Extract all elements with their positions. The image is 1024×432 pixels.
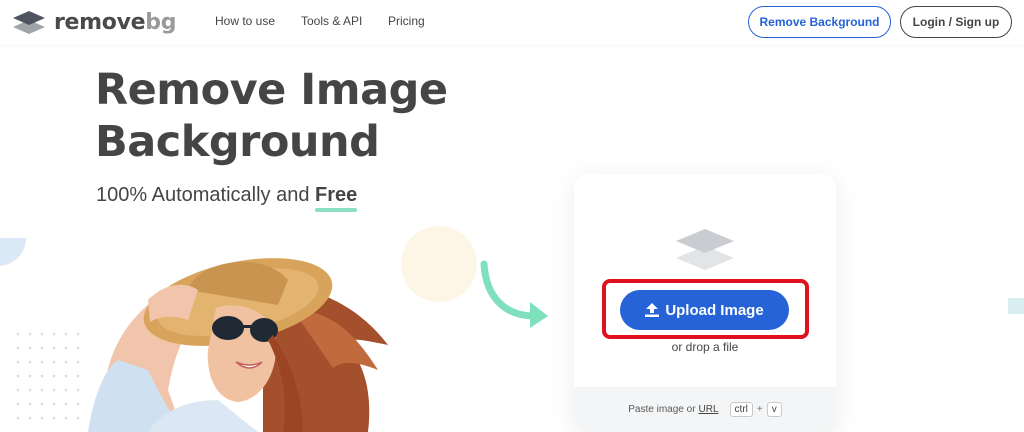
upload-arrow-icon	[645, 303, 660, 317]
upload-image-button[interactable]: Upload Image	[620, 290, 789, 330]
logo-word-bg: bg	[145, 9, 177, 35]
stacked-layers-logo-icon	[13, 11, 45, 34]
paste-prefix: Paste image or	[628, 404, 696, 415]
hero-subtitle: 100% Automatically and Free	[96, 184, 357, 207]
paste-url-link[interactable]: URL	[699, 404, 719, 415]
nav-pricing[interactable]: Pricing	[388, 14, 425, 28]
layers-icon	[676, 229, 734, 270]
remove-background-button[interactable]: Remove Background	[748, 6, 891, 38]
upload-button-label: Upload Image	[665, 301, 764, 319]
subtitle-free: Free	[315, 184, 358, 206]
nav-how-to-use[interactable]: How to use	[215, 14, 275, 28]
curved-arrow-icon	[480, 260, 548, 328]
login-signup-button[interactable]: Login / Sign up	[900, 6, 1012, 38]
decorative-half-circle	[0, 238, 26, 266]
subtitle-prefix: 100% Automatically and	[96, 184, 316, 206]
key-plus: +	[756, 404, 763, 415]
decorative-dot-grid	[16, 332, 80, 420]
drop-file-text: or drop a file	[671, 340, 739, 354]
nav-tools-api[interactable]: Tools & API	[301, 14, 362, 28]
title-line-2: Background	[95, 117, 380, 167]
hero-woman-image	[88, 258, 388, 432]
logo-word-remove: remove	[54, 9, 146, 35]
key-ctrl: ctrl	[729, 402, 753, 417]
paste-footer: Paste image or URL ctrl + v	[574, 387, 836, 432]
decorative-square	[1008, 298, 1024, 314]
logo-text: removebg	[54, 10, 176, 35]
page-title: Remove Image Background	[95, 64, 515, 168]
upload-card[interactable]: Upload Image or drop a file Paste image …	[574, 174, 836, 432]
title-line-1: Remove Image	[95, 65, 448, 115]
top-header: removebg How to use Tools & API Pricing …	[0, 0, 1024, 44]
logo[interactable]: removebg	[12, 8, 176, 36]
key-v: v	[766, 402, 782, 417]
